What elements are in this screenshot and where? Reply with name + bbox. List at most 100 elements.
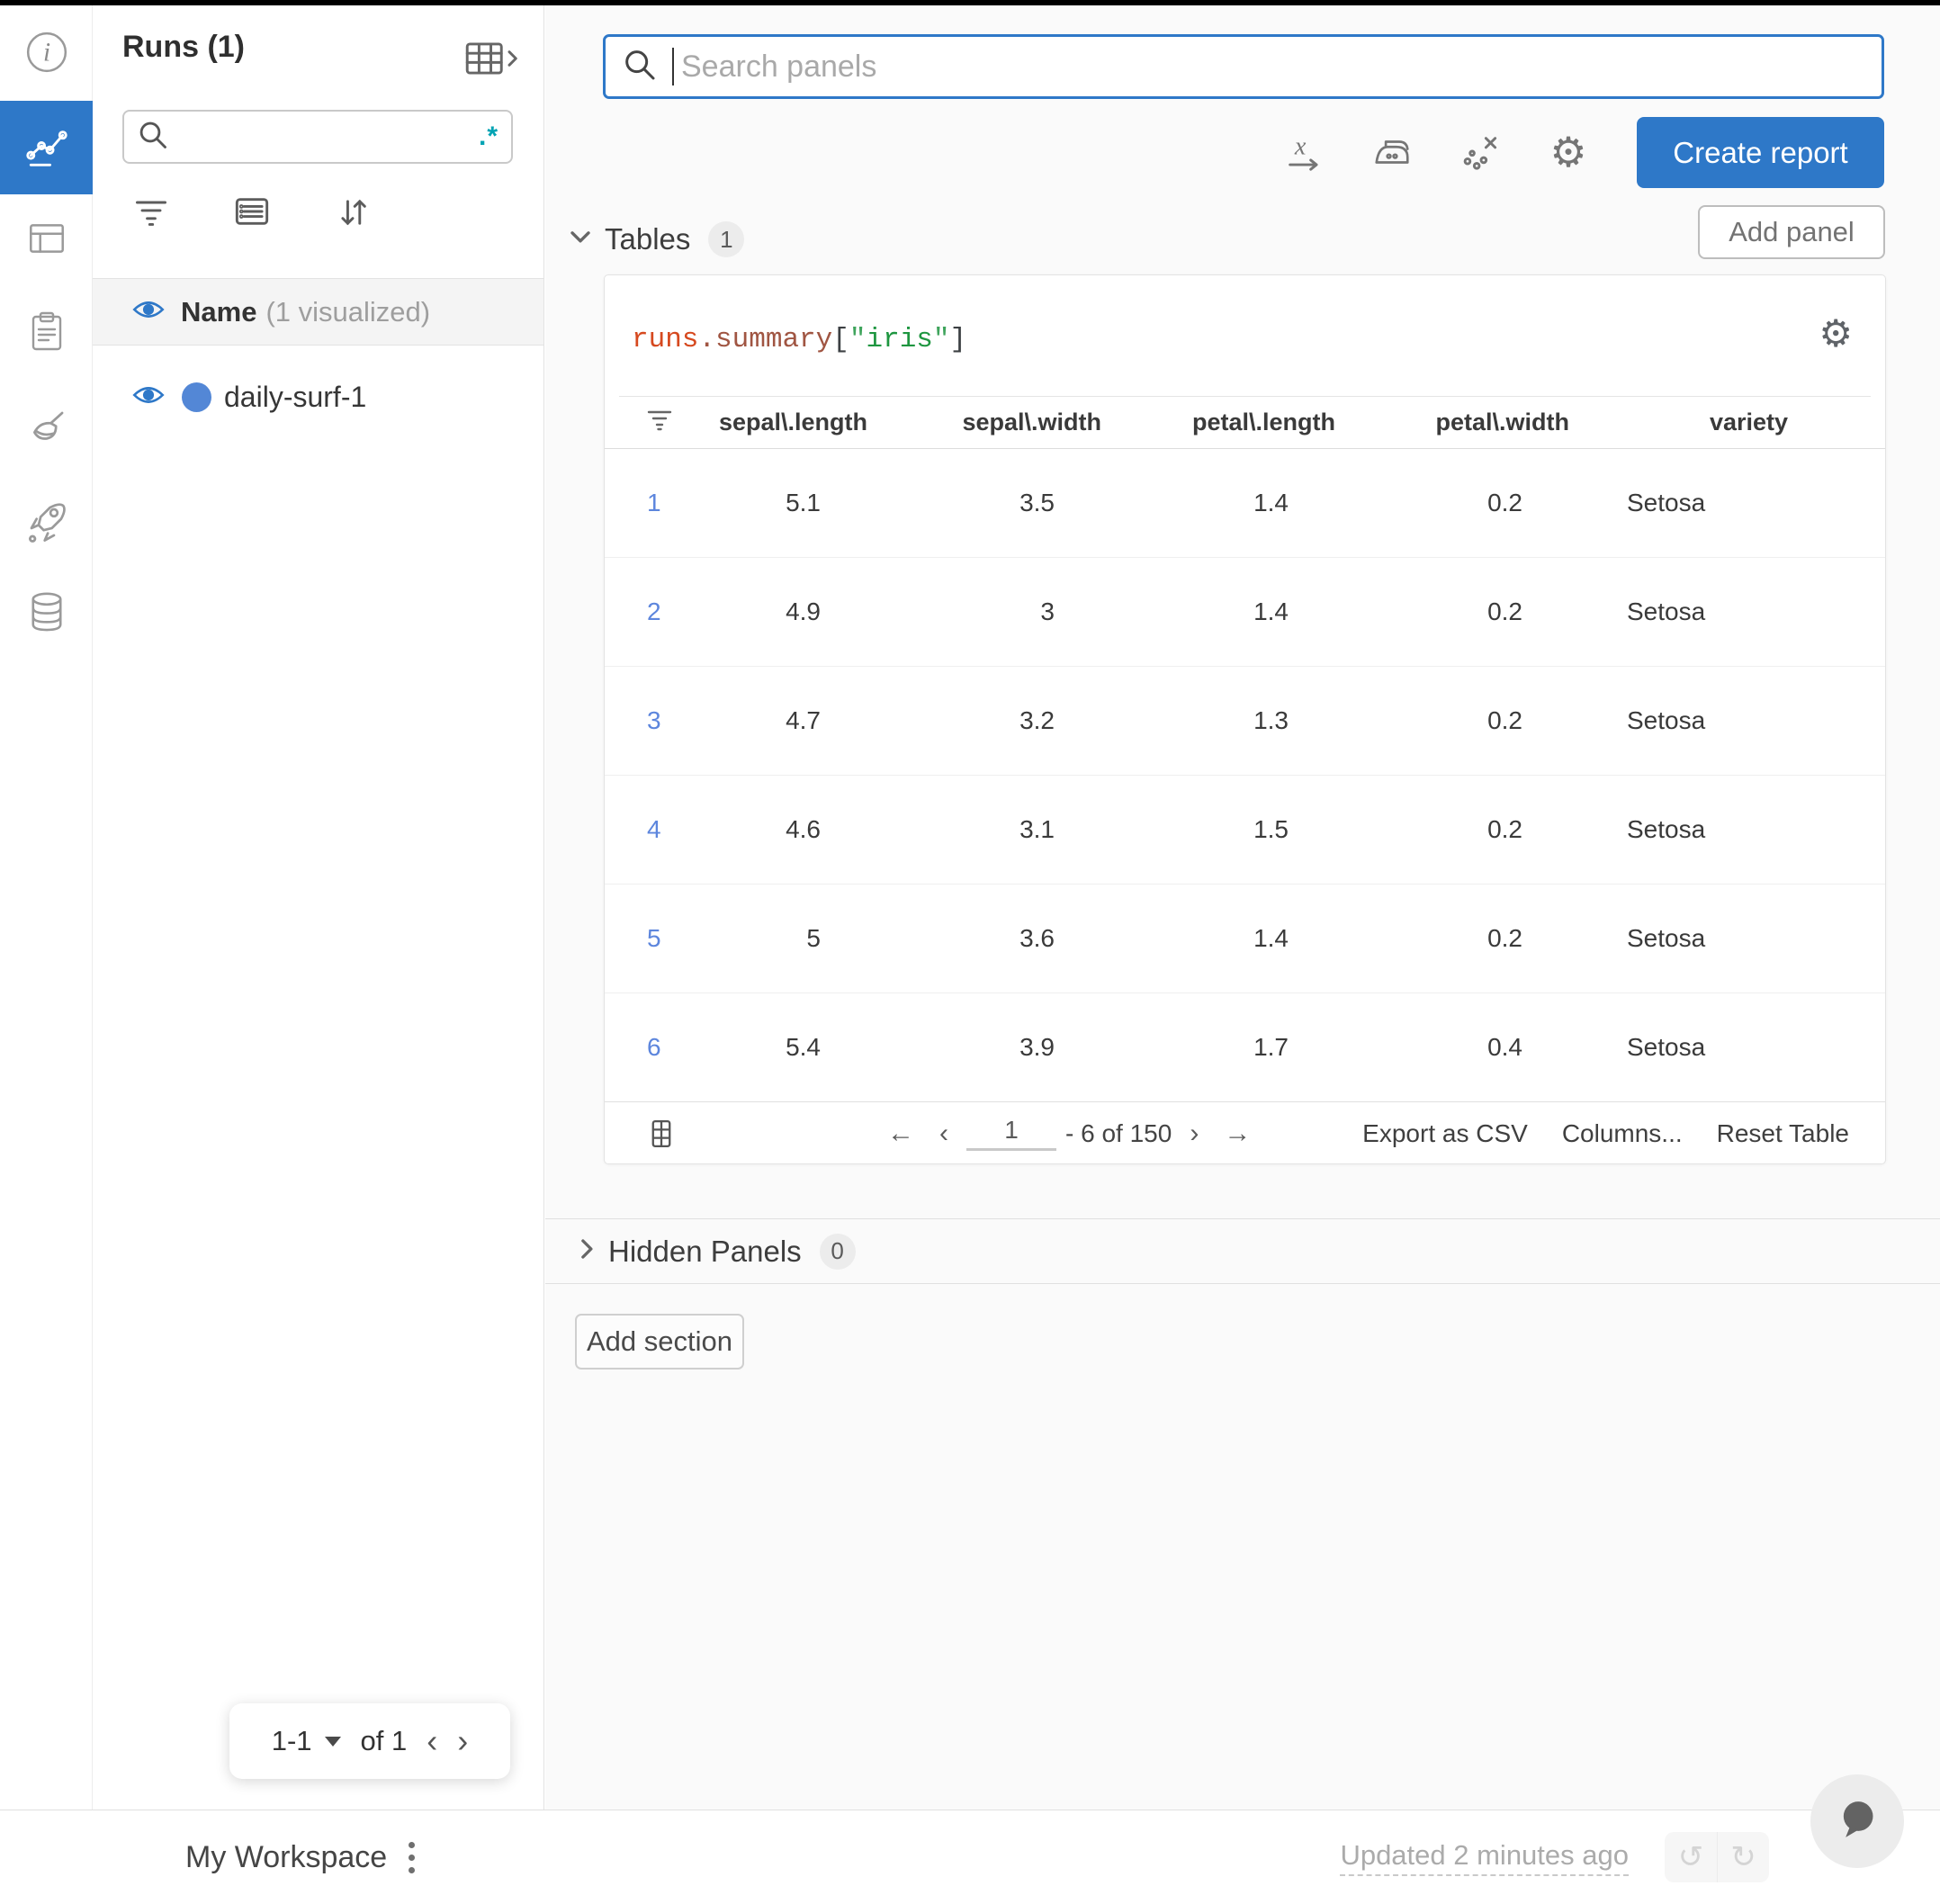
panel-expression[interactable]: runs.summary["iris"]	[632, 324, 966, 355]
cell-petal-width: 0.2	[1379, 448, 1612, 558]
cell-petal-length: 1.5	[1145, 775, 1379, 885]
add-panel-button[interactable]: Add panel	[1698, 205, 1885, 259]
column-header[interactable]: variety	[1612, 397, 1885, 449]
workspace-menu-kebab-icon[interactable]	[409, 1841, 416, 1873]
cell-petal-length: 1.4	[1145, 884, 1379, 993]
regex-toggle[interactable]: .*	[479, 121, 498, 152]
chevron-down-icon[interactable]	[569, 229, 592, 250]
support-chat-button[interactable]	[1810, 1774, 1904, 1868]
run-list-item[interactable]: daily-surf-1	[93, 365, 543, 428]
cell-petal-width: 0.2	[1379, 775, 1612, 885]
column-header[interactable]: petal\.length	[1145, 397, 1379, 449]
runs-title: Runs (1)	[122, 30, 245, 64]
code-quote: "	[932, 324, 950, 355]
runs-search-input[interactable]	[169, 121, 479, 152]
code-quote: "	[849, 324, 867, 355]
run-name[interactable]: daily-surf-1	[224, 381, 366, 414]
cell-petal-width: 0.2	[1379, 557, 1612, 667]
database-icon	[25, 590, 68, 640]
remove-outliers-icon[interactable]	[1459, 131, 1501, 173]
table-row: 1 5.1 3.5 1.4 0.2 Setosa	[605, 448, 1885, 558]
workspace-settings-gear-icon[interactable]: ⚙	[1548, 131, 1589, 173]
row-index-link[interactable]: 5	[605, 884, 713, 993]
logs-button[interactable]	[0, 292, 93, 374]
workspace-name-label[interactable]: My Workspace	[185, 1840, 387, 1875]
export-csv-button[interactable]: Export as CSV	[1362, 1119, 1528, 1148]
group-list-icon[interactable]	[234, 196, 270, 233]
prev-page-button[interactable]: ‹	[927, 1118, 961, 1149]
prev-page-button[interactable]: ‹	[427, 1725, 437, 1757]
panels-layout-button[interactable]	[0, 199, 93, 282]
cell-sepal-length: 4.6	[713, 775, 911, 885]
launch-button[interactable]	[0, 481, 93, 564]
run-color-dot[interactable]	[182, 382, 211, 412]
sort-icon[interactable]	[335, 196, 371, 233]
runs-pagination: 1-1 of 1 ‹ ›	[229, 1703, 510, 1779]
cell-sepal-width: 3.9	[911, 992, 1145, 1102]
create-report-button[interactable]: Create report	[1637, 117, 1884, 188]
caret-down-icon[interactable]	[324, 1736, 341, 1747]
next-page-button[interactable]: ›	[1177, 1118, 1211, 1149]
runs-search-box[interactable]: .*	[122, 110, 513, 164]
left-icon-rail: i	[0, 5, 93, 1810]
hidden-panels-section-header[interactable]: Hidden Panels 0	[545, 1218, 1940, 1284]
columns-button[interactable]: Columns...	[1562, 1119, 1683, 1148]
text-caret	[672, 48, 674, 85]
smoothing-iron-icon[interactable]	[1371, 131, 1413, 173]
history-controls: ↺ ↻	[1665, 1832, 1769, 1882]
redo-button[interactable]: ↻	[1717, 1832, 1769, 1882]
row-index-link[interactable]: 2	[605, 557, 713, 667]
eye-icon[interactable]	[132, 384, 165, 410]
table-header-row: sepal\.length sepal\.width petal\.length…	[605, 397, 1885, 449]
tables-section-header[interactable]: Tables 1	[569, 221, 745, 257]
tables-count-badge: 1	[708, 221, 745, 257]
search-icon	[137, 119, 169, 156]
filter-icon[interactable]	[133, 196, 169, 233]
first-page-button[interactable]: ←	[875, 1118, 927, 1149]
updated-timestamp[interactable]: Updated 2 minutes ago	[1340, 1839, 1629, 1876]
cell-sepal-width: 3.5	[911, 448, 1145, 558]
workspace-charts-tab[interactable]	[0, 101, 93, 194]
panel-settings-gear-icon[interactable]: ⚙	[1819, 315, 1853, 353]
column-header[interactable]: petal\.width	[1379, 397, 1612, 449]
undo-button[interactable]: ↺	[1665, 1832, 1717, 1882]
code-rbracket: ]	[949, 324, 967, 355]
chat-bubble-icon	[1832, 1794, 1882, 1849]
table-footer: ← ‹ 1 - 6 of 150 › → Export as CSV Colum…	[605, 1103, 1885, 1163]
table-row: 6 5.4 3.9 1.7 0.4 Setosa	[605, 992, 1885, 1102]
cell-sepal-width: 3.2	[911, 666, 1145, 776]
row-index-link[interactable]: 6	[605, 992, 713, 1102]
next-page-button[interactable]: ›	[457, 1725, 468, 1757]
add-section-button[interactable]: Add section	[575, 1314, 744, 1370]
overview-info-button[interactable]: i	[0, 13, 93, 95]
artifacts-button[interactable]	[0, 573, 93, 656]
search-panels-box[interactable]: Search panels	[603, 34, 1884, 99]
column-header[interactable]: sepal\.length	[713, 397, 911, 449]
broom-icon	[24, 406, 69, 455]
runs-name-header[interactable]: Name (1 visualized)	[93, 278, 543, 346]
clipboard-icon	[25, 310, 68, 357]
sweeps-button[interactable]	[0, 389, 93, 472]
column-header[interactable]: sepal\.width	[911, 397, 1145, 449]
eye-icon[interactable]	[132, 299, 165, 325]
expand-runs-table-button[interactable]	[463, 41, 519, 75]
row-index-link[interactable]: 4	[605, 775, 713, 885]
row-index-link[interactable]: 3	[605, 666, 713, 776]
cell-petal-length: 1.4	[1145, 557, 1379, 667]
cell-variety: Setosa	[1612, 992, 1885, 1102]
x-axis-settings-icon[interactable]: x	[1283, 131, 1325, 173]
cell-sepal-length: 5	[713, 884, 911, 993]
chevron-right-icon[interactable]	[579, 1237, 596, 1265]
column-filter-icon[interactable]	[605, 397, 713, 449]
svg-text:i: i	[42, 38, 49, 67]
page-number-input[interactable]: 1	[966, 1116, 1056, 1151]
page-range-dropdown[interactable]: 1-1	[272, 1725, 312, 1757]
iris-data-table: sepal\.length sepal\.width petal\.length…	[605, 397, 1885, 1102]
row-index-link[interactable]: 1	[605, 448, 713, 558]
reset-table-button[interactable]: Reset Table	[1717, 1119, 1849, 1148]
table-footer-actions: Export as CSV Columns... Reset Table	[1362, 1119, 1849, 1148]
code-object: runs	[632, 324, 699, 355]
table-row: 3 4.7 3.2 1.3 0.2 Setosa	[605, 666, 1885, 776]
compact-table-icon[interactable]	[651, 1119, 671, 1147]
last-page-button[interactable]: →	[1211, 1118, 1263, 1149]
